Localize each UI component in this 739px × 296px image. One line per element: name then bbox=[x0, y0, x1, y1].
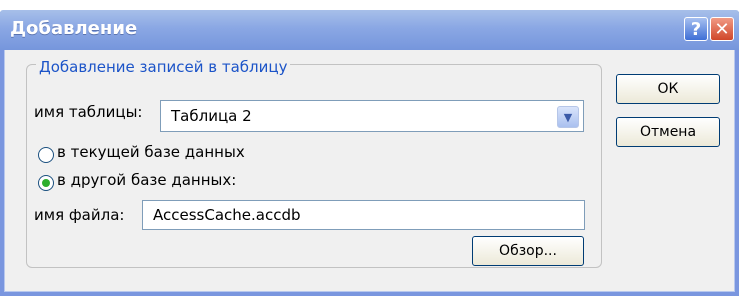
table-name-value: Таблица 2 bbox=[171, 107, 252, 125]
radio-selected-dot bbox=[42, 179, 50, 187]
ok-button[interactable]: ОК bbox=[616, 74, 720, 104]
title-bar: Добавление ? ✕ bbox=[0, 10, 739, 50]
file-name-label: имя файла: bbox=[34, 206, 125, 224]
table-name-combobox[interactable]: Таблица 2 ▼ bbox=[160, 100, 584, 132]
close-icon[interactable]: ✕ bbox=[710, 17, 734, 41]
file-name-input[interactable]: AccessCache.accdb bbox=[142, 200, 585, 230]
table-name-label: имя таблицы: bbox=[34, 103, 143, 121]
help-icon[interactable]: ? bbox=[684, 17, 708, 41]
radio-other-db-label[interactable]: в другой базе данных: bbox=[57, 171, 236, 189]
file-name-value: AccessCache.accdb bbox=[153, 206, 301, 224]
chevron-down-icon[interactable]: ▼ bbox=[557, 106, 579, 128]
browse-button[interactable]: Обзор... bbox=[472, 236, 584, 266]
cancel-button[interactable]: Отмена bbox=[616, 117, 720, 147]
group-title: Добавление записей в таблицу bbox=[36, 58, 291, 76]
dialog-title: Добавление bbox=[10, 18, 138, 39]
radio-other-db[interactable] bbox=[38, 175, 54, 191]
radio-current-db-label[interactable]: в текущей базе данных bbox=[57, 143, 245, 161]
radio-current-db[interactable] bbox=[38, 147, 54, 163]
